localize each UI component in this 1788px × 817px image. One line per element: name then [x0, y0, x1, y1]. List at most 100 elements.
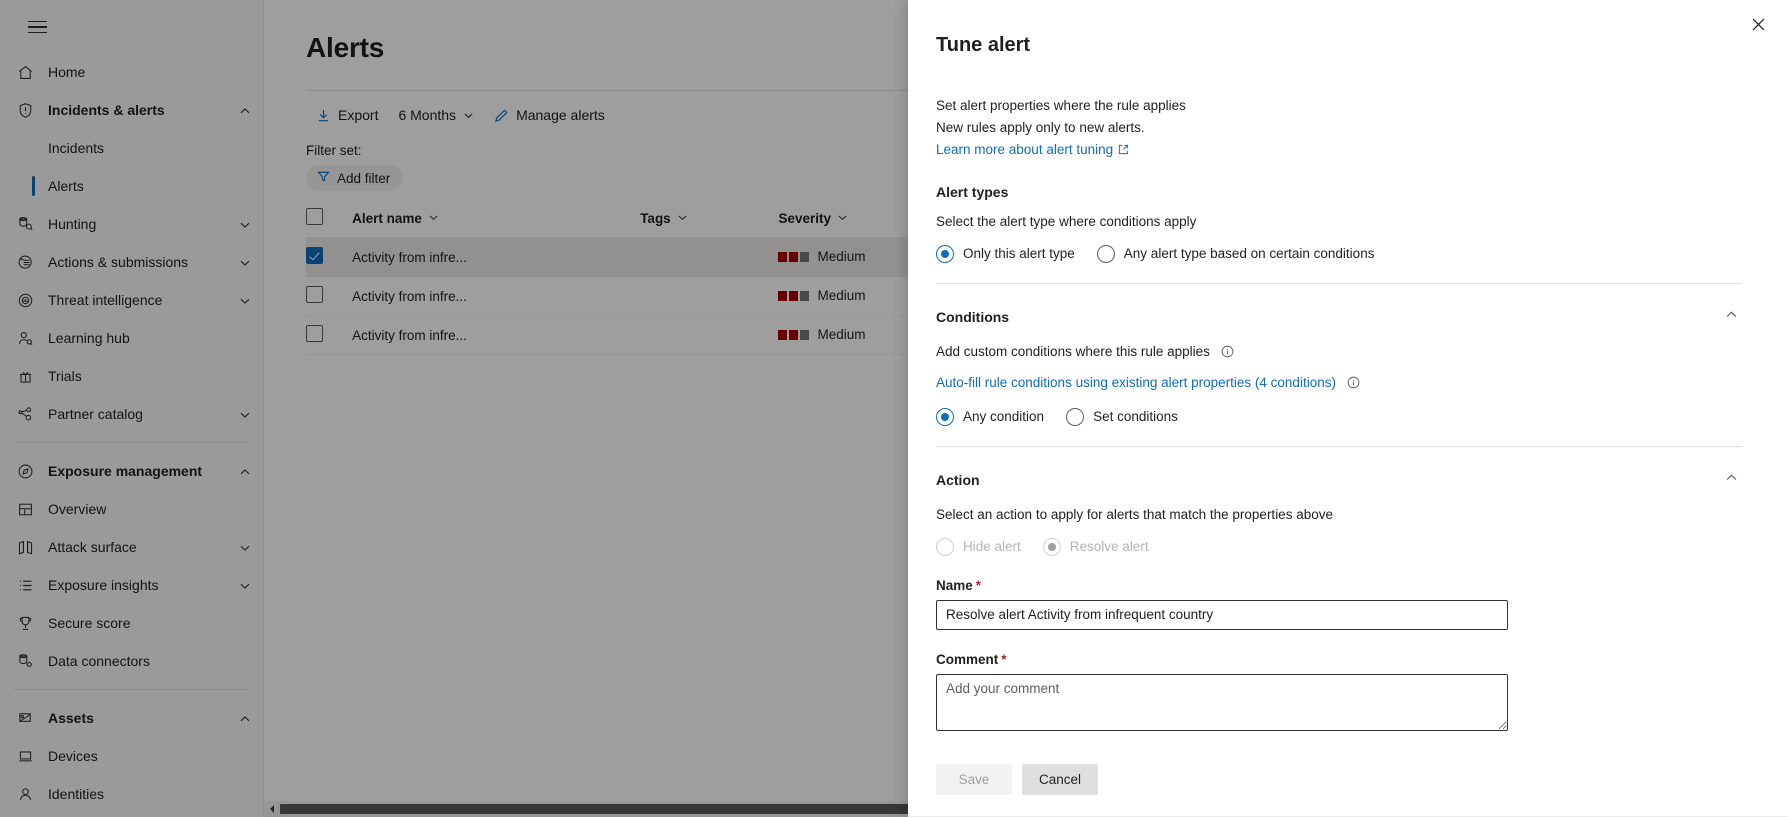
sidebar-item-learning-hub[interactable]: Learning hub [0, 319, 263, 357]
sidebar-item-overview[interactable]: Overview [0, 490, 263, 528]
conditions-heading: Conditions [936, 309, 1009, 325]
sidebar-item-devices[interactable]: Devices [0, 737, 263, 775]
external-link-icon [1118, 140, 1129, 162]
row-checkbox[interactable] [306, 325, 323, 342]
export-button[interactable]: Export [306, 101, 388, 129]
autofill-conditions-link[interactable]: Auto-fill rule conditions using existing… [936, 375, 1336, 390]
time-range-dropdown[interactable]: 6 Months [388, 101, 484, 129]
add-filter-label: Add filter [337, 171, 390, 186]
panel-title: Tune alert [936, 34, 1742, 57]
secure-score-icon [14, 612, 36, 634]
sidebar-item-label: Exposure insights [48, 577, 233, 593]
sidebar-item-trials[interactable]: Trials [0, 357, 263, 395]
sidebar-item-partner-catalog[interactable]: Partner catalog [0, 395, 263, 433]
sidebar-item-label: Trials [48, 368, 251, 384]
save-button[interactable]: Save [936, 764, 1012, 795]
nav-separator [14, 442, 249, 443]
severity-bar [778, 330, 787, 340]
chevron-up-icon[interactable] [239, 712, 251, 724]
sidebar-item-incidents-alerts[interactable]: Incidents & alerts [0, 91, 263, 129]
sidebar-item-threat-intelligence[interactable]: Threat intelligence [0, 281, 263, 319]
radio-ring [1043, 538, 1061, 556]
download-icon [316, 108, 331, 123]
severity-label: Medium [817, 327, 865, 342]
manage-alerts-button[interactable]: Manage alerts [484, 101, 615, 129]
cell-alert-name[interactable]: Activity from infre... [352, 238, 640, 277]
required-asterisk: * [976, 578, 981, 593]
sidebar-item-alerts[interactable]: Alerts [0, 167, 263, 205]
severity-bar [789, 291, 798, 301]
name-label-text: Name [936, 578, 973, 593]
chevron-down-icon[interactable] [239, 256, 251, 268]
chevron-up-icon[interactable] [239, 465, 251, 477]
column-header-tags[interactable]: Tags [640, 201, 778, 238]
filter-icon [317, 170, 330, 186]
sidebar-item-exposure-insights[interactable]: Exposure insights [0, 566, 263, 604]
severity-label: Medium [817, 249, 865, 264]
sidebar-item-attack-surface[interactable]: Attack surface [0, 528, 263, 566]
name-input[interactable] [936, 600, 1508, 630]
row-select-cell [306, 316, 352, 355]
hunting-icon [14, 213, 36, 235]
radio-ring [936, 408, 954, 426]
chevron-up-icon[interactable] [239, 104, 251, 116]
sidebar-item-data-connectors[interactable]: Data connectors [0, 642, 263, 680]
cancel-button[interactable]: Cancel [1022, 764, 1098, 795]
radio-label: Set conditions [1093, 409, 1178, 424]
chevron-down-icon[interactable] [239, 218, 251, 230]
home-icon [14, 61, 36, 83]
radio-label: Only this alert type [963, 246, 1075, 261]
panel-intro: Set alert properties where the rule appl… [936, 95, 1742, 162]
cell-alert-name[interactable]: Activity from infre... [352, 277, 640, 316]
actions-icon [14, 251, 36, 273]
chevron-down-icon[interactable] [239, 579, 251, 591]
nav-list: HomeIncidents & alertsIncidentsAlerts Hun… [0, 53, 263, 817]
sidebar-item-label: Data connectors [48, 653, 251, 669]
sidebar-item-actions-submissions[interactable]: Actions & submissions [0, 243, 263, 281]
panel-body: Tune alert Set alert properties where th… [908, 0, 1788, 736]
sidebar-item-assets[interactable]: Assets [0, 699, 263, 737]
column-header-alert-name[interactable]: Alert name [352, 201, 640, 238]
required-asterisk: * [1001, 652, 1006, 667]
left-navigation: HomeIncidents & alertsIncidentsAlerts Hun… [0, 0, 264, 817]
chevron-down-icon[interactable] [239, 408, 251, 420]
sidebar-item-label: Overview [48, 501, 251, 517]
radio-set-conditions[interactable]: Set conditions [1066, 408, 1178, 426]
info-icon[interactable] [1347, 377, 1360, 392]
manage-alerts-label: Manage alerts [516, 107, 605, 123]
row-checkbox[interactable] [306, 247, 323, 264]
row-checkbox[interactable] [306, 286, 323, 303]
action-description: Select an action to apply for alerts tha… [936, 507, 1742, 522]
add-filter-button[interactable]: Add filter [306, 165, 403, 191]
radio-any-condition[interactable]: Any condition [936, 408, 1044, 426]
sidebar-item-hunting[interactable]: Hunting [0, 205, 263, 243]
intro-line-2: New rules apply only to new alerts. [936, 117, 1742, 139]
sidebar-item-label: Partner catalog [48, 406, 233, 422]
close-icon[interactable] [1742, 8, 1774, 40]
scroll-left-arrow[interactable] [264, 801, 280, 817]
select-all-checkbox[interactable] [306, 208, 323, 225]
chevron-down-icon[interactable] [239, 541, 251, 553]
info-icon[interactable] [1221, 346, 1234, 361]
sidebar-item-exposure-management[interactable]: Exposure management [0, 452, 263, 490]
intro-line-1: Set alert properties where the rule appl… [936, 95, 1742, 117]
severity-indicator [778, 252, 809, 262]
radio-only-this-alert-type[interactable]: Only this alert type [936, 245, 1075, 263]
sidebar-item-label: Hunting [48, 216, 233, 232]
radio-label: Hide alert [963, 539, 1021, 554]
chevron-up-icon-action[interactable] [1721, 467, 1742, 493]
severity-bar [800, 330, 809, 340]
chevron-down-icon[interactable] [239, 294, 251, 306]
hamburger-icon[interactable] [13, 7, 61, 47]
radio-ring [1066, 408, 1084, 426]
radio-any-alert-type[interactable]: Any alert type based on certain conditio… [1097, 245, 1375, 263]
chevron-up-icon-conditions[interactable] [1721, 304, 1742, 330]
sidebar-item-secure-score[interactable]: Secure score [0, 604, 263, 642]
sidebar-item-identities[interactable]: Identities [0, 775, 263, 813]
learning-hub-icon [14, 327, 36, 349]
cell-alert-name[interactable]: Activity from infre... [352, 316, 640, 355]
learn-more-link[interactable]: Learn more about alert tuning [936, 142, 1113, 157]
sidebar-item-home[interactable]: Home [0, 53, 263, 91]
comment-textarea[interactable] [936, 674, 1508, 731]
sidebar-item-incidents[interactable]: Incidents [0, 129, 263, 167]
